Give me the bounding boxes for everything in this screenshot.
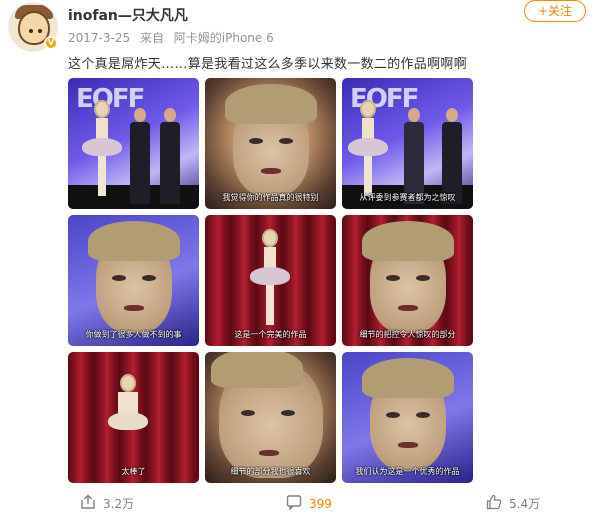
- thumbs-up-icon: [486, 494, 502, 513]
- doll-figure: [82, 100, 122, 196]
- comment-icon: [286, 494, 302, 513]
- avatar-eye: [29, 29, 33, 33]
- photo-thumbnail[interactable]: 我们认为这是一个优秀的作品: [342, 352, 473, 483]
- share-count: 3.2万: [103, 497, 135, 511]
- doll-face: [225, 84, 317, 196]
- photo-thumbnail[interactable]: 细节的把控令人惊叹的部分: [342, 215, 473, 346]
- post-text: 这个真是屌炸天……算是我看过这么多季以来数一数二的作品啊啊啊: [68, 57, 468, 72]
- photo-thumbnail[interactable]: 太棒了: [68, 352, 199, 483]
- doll-face: [362, 358, 454, 470]
- person-figure: [160, 108, 180, 204]
- photo-thumbnail[interactable]: 这是一个完美的作品: [205, 215, 336, 346]
- doll-figure: [108, 374, 148, 470]
- doll-face: [211, 352, 323, 478]
- comment-count: 399: [309, 496, 332, 511]
- follow-button[interactable]: +关注: [524, 0, 586, 22]
- photo-caption: 我觉得你的作品真的很特别: [222, 193, 319, 202]
- photo-caption: 细节的把控令人惊叹的部分: [359, 330, 456, 339]
- person-figure: [442, 108, 462, 204]
- doll-face: [88, 221, 180, 333]
- photo-thumbnail[interactable]: 我觉得你的作品真的很特别: [205, 78, 336, 209]
- username[interactable]: inofan—只大凡凡: [68, 5, 188, 25]
- action-bar: 3.2万 399 5.4万: [0, 486, 609, 522]
- photo-caption: 太棒了: [121, 467, 146, 476]
- like-button[interactable]: 5.4万: [486, 494, 540, 513]
- share-icon: [80, 494, 96, 513]
- photo-caption: 细节的部分我也很喜欢: [230, 467, 311, 476]
- doll-figure: [348, 100, 388, 196]
- like-count: 5.4万: [509, 497, 541, 511]
- post-meta: 2017-3-25 来自 阿卡姆的iPhone 6: [68, 29, 280, 46]
- photo-thumbnail[interactable]: 细节的部分我也很喜欢: [205, 352, 336, 483]
- doll-face: [362, 221, 454, 333]
- person-figure: [130, 108, 150, 204]
- photo-thumbnail[interactable]: 你做到了很多人做不到的事: [68, 215, 199, 346]
- photo-grid: EOFF 我觉得你的作品真的很特别 EOFF 从评委到参赛者都为之惊叹 你做到了…: [68, 78, 474, 483]
- photo-thumbnail[interactable]: EOFF: [68, 78, 199, 209]
- photo-caption: 我们认为这是一个优秀的作品: [355, 467, 460, 476]
- share-button[interactable]: 3.2万: [80, 494, 134, 513]
- post-date[interactable]: 2017-3-25: [68, 31, 130, 45]
- verified-badge-icon: V: [44, 36, 58, 50]
- person-figure: [404, 108, 424, 204]
- source-prefix: 来自: [139, 31, 164, 45]
- comment-button[interactable]: 399: [286, 494, 332, 513]
- photo-caption: 你做到了很多人做不到的事: [85, 330, 182, 339]
- doll-figure: [250, 229, 290, 325]
- avatar-eye: [38, 29, 42, 33]
- photo-caption: 这是一个完美的作品: [234, 330, 307, 339]
- photo-caption: 从评委到参赛者都为之惊叹: [359, 193, 456, 202]
- photo-thumbnail[interactable]: EOFF 从评委到参赛者都为之惊叹: [342, 78, 473, 209]
- post-source[interactable]: 阿卡姆的iPhone 6: [174, 31, 274, 45]
